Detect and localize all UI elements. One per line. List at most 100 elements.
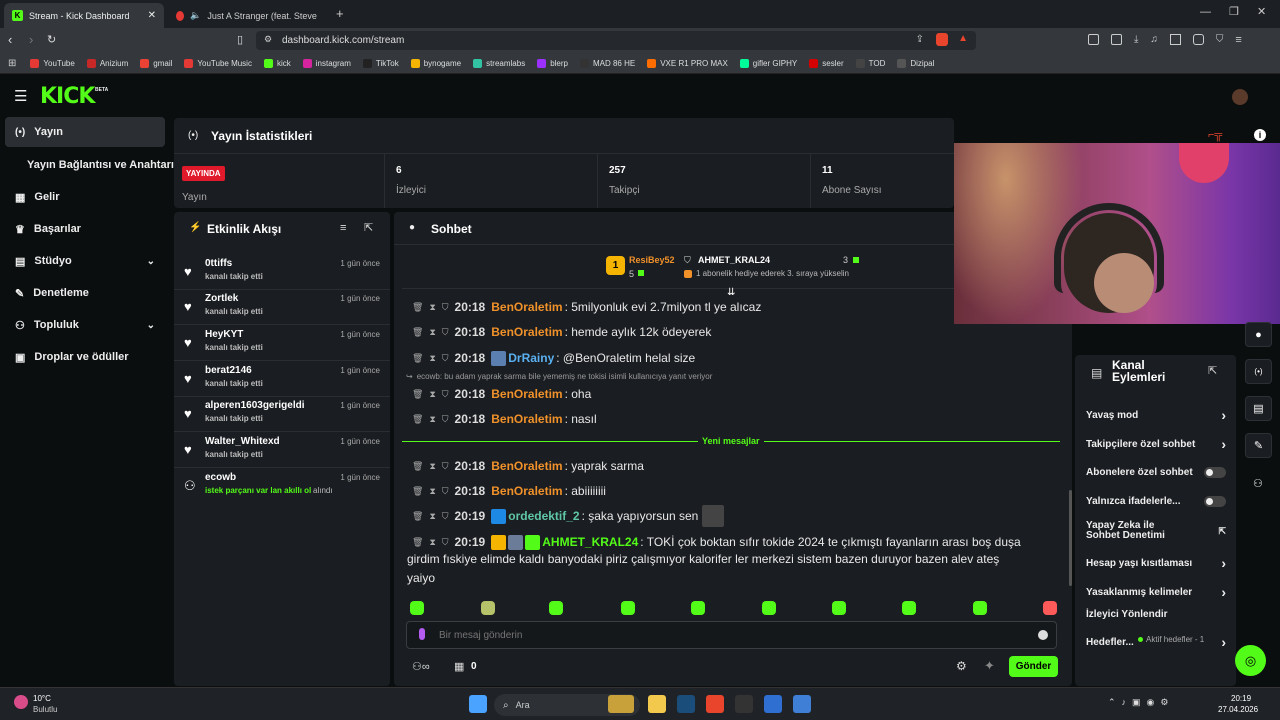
bookmark-item[interactable]: streamlabs [473,58,525,68]
chat-message[interactable]: 🗑 ⧗ ⛉ 20:18 BenOraletim: oha [412,385,1062,403]
filter-icon[interactable]: ≡ [340,222,346,234]
timeout-icon[interactable]: ⧗ [429,486,435,497]
chat-users-icon[interactable]: ⚇∞ [412,660,430,673]
user-avatar[interactable] [1232,89,1248,105]
delete-message-icon[interactable]: 🗑 [412,537,423,548]
bookmark-item[interactable]: gmail [140,58,172,68]
bookmark-item[interactable]: YouTube [30,58,75,68]
brave-icon[interactable] [706,695,724,713]
message-username[interactable]: BenOraletim [491,484,562,498]
share-icon[interactable]: ⇪ [916,34,924,45]
activity-username[interactable]: HeyKYT [205,329,243,340]
bookmark-icon[interactable]: ▯ [237,33,243,46]
chat-message[interactable]: 🗑 ⧗ ⛉ 20:19 ordedektif_2: şaka yapıyorsun se… [412,505,1062,527]
tab-kick-dashboard[interactable]: K Stream - Kick Dashboard ✕ [4,3,164,28]
kick-logo[interactable]: KICK [40,84,95,109]
emote-button[interactable] [481,601,495,615]
chat-message[interactable]: 🗑 ⧗ ⛉ 20:18 BenOraletim: hemde aylık 12k öde… [412,323,1062,341]
popout-icon[interactable]: ⇱ [1208,364,1217,377]
bookmark-item[interactable]: kick [263,58,291,68]
chat-message[interactable]: 🗑 ⧗ ⛉ 20:18 DrRainy: @BenOraletim helal size [412,349,1062,367]
sidebar-item-basarilar[interactable]: ♛ Başarılar [5,214,165,244]
emote-button[interactable] [621,601,635,615]
wallet-icon[interactable] [1192,34,1204,45]
sidebar-item-gelir[interactable]: ▦ Gelir [5,182,165,212]
sidebar-item-droplar[interactable]: ▣ Droplar ve ödüller [5,342,165,372]
back-icon[interactable]: ‹ [8,32,12,47]
settings-gear-icon[interactable]: ⚙ [956,659,967,673]
activity-item[interactable]: ♥ Walter_Whitexd kanalı takip etti 1 gün ön… [174,432,390,468]
bookmark-item[interactable]: gifler GIPHY [739,58,797,68]
hamburger-menu-icon[interactable]: ☰ [14,87,27,105]
store-icon[interactable]: ▦ [454,660,464,673]
download-icon[interactable]: ⤓ [1134,34,1138,46]
activity-username[interactable]: Walter_Whitexd [205,436,280,447]
rail-broadcast-button[interactable]: (•) [1245,359,1272,384]
channel-action-item[interactable]: Hesap yaşı kısıtlaması › [1086,555,1226,571]
bookmark-item[interactable]: TikTok [362,58,399,68]
bookmark-item[interactable]: Anizium [86,58,128,68]
bookmark-item[interactable]: TOD [855,58,885,68]
emoji-icon[interactable] [1038,630,1048,640]
bookmark-item[interactable]: blerp [537,58,568,68]
apps-icon[interactable]: ⊞ [8,58,16,69]
message-username[interactable]: BenOraletim [491,459,562,473]
sidebar-item-studyo[interactable]: ▤ Stüdyo ⌄ [5,246,165,276]
timeout-icon[interactable]: ⧗ [429,537,435,548]
channel-action-item[interactable]: Yasaklanmış kelimeler › [1086,584,1226,600]
emote-button[interactable] [691,601,705,615]
url-field[interactable]: ⚙ dashboard.kick.com/stream ⇪ ▲ [256,31,976,50]
top-gifter-name[interactable]: ResiBey52 [629,255,675,265]
activity-item[interactable]: ♥ Zortlek kanalı takip etti 1 gün önce [174,289,390,325]
shield-icon[interactable]: ⛉ [442,511,449,522]
message-username[interactable]: AHMET_KRAL24 [542,535,638,549]
steam-icon[interactable] [677,695,695,713]
shield-icon[interactable]: ⛉ [442,327,449,338]
delete-message-icon[interactable]: 🗑 [412,511,423,522]
mod-settings-icon[interactable]: ✦ [984,658,995,674]
channel-action-item[interactable]: Takipçilere özel sohbet › [1086,436,1226,452]
message-username[interactable]: BenOraletim [491,300,562,314]
timeout-icon[interactable]: ⧗ [429,461,435,472]
emote-button[interactable] [549,601,563,615]
toggle-switch[interactable] [1204,496,1226,507]
activity-item[interactable]: ♥ HeyKYT kanalı takip etti 1 gün önce [174,325,390,361]
channel-action-item[interactable]: İzleyici Yönlendir [1086,609,1226,620]
timeout-icon[interactable]: ⧗ [429,414,435,425]
channel-action-item[interactable]: Yalnızca ifadelerle... [1086,496,1226,507]
support-headset-button[interactable]: ◎ [1235,645,1266,676]
tab-music[interactable]: 🔈 Just A Stranger (feat. Steve Lacy) | [168,3,328,28]
channel-action-item[interactable]: Yavaş mod › [1086,407,1226,423]
epic-games-icon[interactable] [735,695,753,713]
info-icon[interactable]: i [1254,129,1266,141]
emote-button[interactable] [902,601,916,615]
shield-icon[interactable]: ⛉ [442,537,449,548]
timeout-icon[interactable]: ⧗ [429,353,435,364]
brave-rewards-icon[interactable]: ▲ [958,33,968,44]
channel-action-item[interactable]: Yapay Zeka ile Sohbet Denetimi ⇱ [1086,521,1226,541]
sidebar-item-yayin[interactable]: (•) Yayın [5,117,165,147]
activity-item[interactable]: ♥ 0ttiffs kanalı takip etti 1 gün önce [174,254,390,290]
chat-input-box[interactable] [406,621,1057,649]
message-username[interactable]: BenOraletim [491,387,562,401]
activity-username[interactable]: ecowb [205,472,236,483]
vpn-icon[interactable]: ⛉ [1216,34,1224,46]
screenshot-icon[interactable] [1111,34,1122,45]
maximize-button[interactable]: ❐ [1229,5,1239,18]
delete-message-icon[interactable]: 🗑 [412,414,423,425]
gun-icon[interactable]: ⌐╦ [1208,129,1222,141]
reload-icon[interactable]: ↻ [47,33,56,46]
activity-username[interactable]: berat2146 [205,365,252,376]
bookmark-item[interactable]: sesler [809,58,844,68]
menu-icon[interactable]: ≡ [1235,34,1241,46]
tab-close-icon[interactable]: ✕ [148,10,156,21]
channel-action-item[interactable]: Abonelere özel sohbet [1086,467,1226,478]
shield-icon[interactable]: ⛉ [442,486,449,497]
activity-item[interactable]: ♥ berat2146 kanalı takip etti 1 gün önce [174,361,390,397]
rail-moderation-button[interactable]: ✎ [1245,433,1272,458]
chat-message[interactable]: 🗑 ⧗ ⛉ 20:18 BenOraletim: abiiiiiiii [412,482,1062,500]
taskbar-app-widget[interactable] [608,695,634,713]
chat-message[interactable]: 🗑 ⧗ ⛉ 20:18 BenOraletim: yaprak sarma [412,457,1062,475]
new-tab-button[interactable]: + [336,6,344,21]
bookmark-item[interactable]: YouTube Music [184,58,252,68]
